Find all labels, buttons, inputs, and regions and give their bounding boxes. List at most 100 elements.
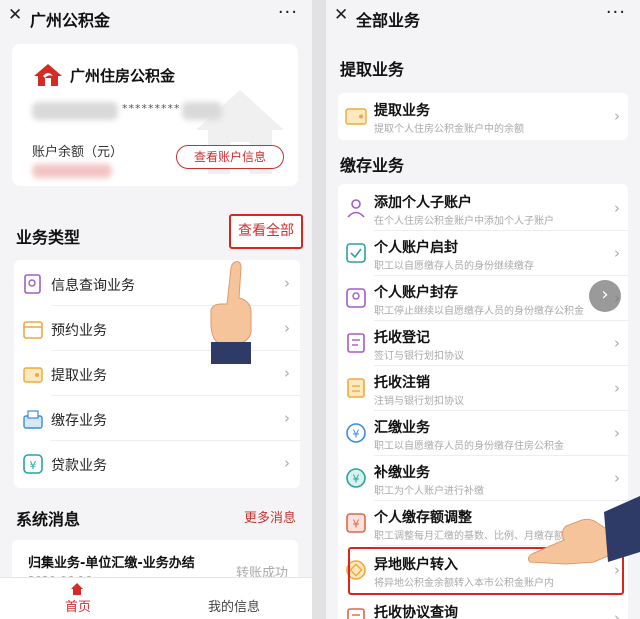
bottom-tab-bar: 首页 我的信息 xyxy=(0,577,312,619)
svg-text:¥: ¥ xyxy=(30,459,37,472)
account-card: 广州住房公积金 ********* 账户余额（元） 查看账户信息 xyxy=(12,44,298,186)
list-item-label: 预约业务 xyxy=(51,323,107,339)
svg-text:¥: ¥ xyxy=(353,428,360,441)
more-messages-link[interactable]: 更多消息 xyxy=(244,507,296,526)
all-business-screen: ✕ 全部业务 ··· 提取业务 提取业务 提取个人住房公积金账户中的余额 › 缴… xyxy=(326,0,640,619)
messages-title: 系统消息 xyxy=(16,510,81,529)
chevron-right-icon: › xyxy=(614,334,620,352)
view-all-button[interactable]: 查看全部 xyxy=(229,214,303,249)
chevron-right-icon: › xyxy=(284,319,290,337)
list-item[interactable]: 托收注销 注销与银行划扣协议 › xyxy=(338,366,628,411)
item-title: 托收登记 xyxy=(374,330,430,346)
register-icon xyxy=(347,333,365,353)
tab-profile[interactable]: 我的信息 xyxy=(156,578,312,619)
close-icon[interactable]: ✕ xyxy=(8,5,22,25)
chevron-right-icon: › xyxy=(284,454,290,472)
list-item[interactable]: 个人账户启封 职工以自愿缴存人员的身份继续缴存 › xyxy=(338,231,628,276)
item-title: 个人账户启封 xyxy=(374,240,458,256)
list-item-label: 缴存业务 xyxy=(51,413,107,429)
svg-text:¥: ¥ xyxy=(353,473,360,486)
more-menu-icon[interactable]: ··· xyxy=(278,2,298,23)
item-description: 签订与银行划扣协议 xyxy=(374,351,464,362)
list-item[interactable]: 缴存业务 › xyxy=(14,396,300,441)
item-title: 个人缴存额调整 xyxy=(374,510,472,526)
yuan-icon: ¥ xyxy=(23,454,43,474)
balance-blur xyxy=(32,164,112,178)
list-item[interactable]: 托收协议查询 › xyxy=(338,596,628,619)
list-item-label: 提取业务 xyxy=(51,368,107,384)
list-item[interactable]: 信息查询业务 › xyxy=(14,261,300,306)
item-description: 职工以自愿缴存人员的身份缴存住房公积金 xyxy=(374,441,564,452)
item-title: 添加个人子账户 xyxy=(374,195,472,211)
item-title: 补缴业务 xyxy=(374,465,430,481)
close-icon[interactable]: ✕ xyxy=(334,5,348,25)
item-description: 注销与银行划扣协议 xyxy=(374,396,464,407)
chevron-right-icon: › xyxy=(284,364,290,382)
top-bar: ✕ 广州公积金 ··· xyxy=(0,0,312,34)
adjust-icon: ¥ xyxy=(346,513,366,533)
item-description: 在个人住房公积金账户中添加个人子账户 xyxy=(374,216,554,227)
wallet-icon xyxy=(345,108,367,125)
query-icon xyxy=(24,274,41,294)
item-description: 提取个人住房公积金账户中的余额 xyxy=(374,124,524,135)
list-item[interactable]: 提取业务 提取个人住房公积金账户中的余额 › xyxy=(338,94,628,139)
list-item-label: 贷款业务 xyxy=(51,458,107,474)
chevron-right-icon: › xyxy=(614,107,620,125)
page-title: 广州公积金 xyxy=(30,11,111,30)
supplement-icon: ¥ xyxy=(346,468,366,488)
gjj-logo-icon xyxy=(34,64,62,86)
more-menu-icon[interactable]: ··· xyxy=(606,2,626,23)
top-bar: ✕ 全部业务 ··· xyxy=(326,0,640,34)
list-item[interactable]: 提取业务 › xyxy=(14,351,300,396)
unseal-icon xyxy=(346,243,366,263)
add-person-icon xyxy=(347,199,365,218)
agreement-icon xyxy=(347,608,365,619)
message-title: 归集业务-单位汇缴-业务办结 xyxy=(28,556,195,571)
withdraw-list: 提取业务 提取个人住房公积金账户中的余额 › xyxy=(338,93,628,140)
tab-label: 我的信息 xyxy=(207,600,260,615)
list-item[interactable]: ¥ 贷款业务 › xyxy=(14,441,300,486)
item-title: 个人账户封存 xyxy=(374,285,458,301)
item-title: 提取业务 xyxy=(374,103,430,119)
item-title: 托收注销 xyxy=(374,375,430,391)
list-item[interactable]: 托收登记 签订与银行划扣协议 › xyxy=(338,321,628,366)
wallet-icon xyxy=(23,367,43,383)
tab-label: 首页 xyxy=(64,600,91,615)
list-item[interactable]: 个人账户封存 职工停止继续以自愿缴存人员的身份缴存公积金 › xyxy=(338,276,628,321)
list-item[interactable]: 预约业务 › xyxy=(14,306,300,351)
item-description: 职工以自愿缴存人员的身份继续缴存 xyxy=(374,261,534,272)
chevron-right-icon: › xyxy=(614,424,620,442)
pointing-hand-icon xyxy=(210,261,252,364)
calendar-icon xyxy=(23,321,43,339)
page-title: 全部业务 xyxy=(356,11,421,30)
list-item[interactable]: ¥ 汇缴业务 职工以自愿缴存人员的身份缴存住房公积金 › xyxy=(338,411,628,456)
masked-blur xyxy=(182,102,222,120)
svg-text:¥: ¥ xyxy=(353,518,360,531)
chevron-right-icon: › xyxy=(614,199,620,217)
item-title: 托收协议查询 xyxy=(374,605,458,619)
business-list: 信息查询业务 › 预约业务 › 提取业务 › 缴存业务 › ¥ 贷款业务 › xyxy=(14,260,300,488)
list-item[interactable]: 添加个人子账户 在个人住房公积金账户中添加个人子账户 › xyxy=(338,186,628,231)
item-description: 职工停止继续以自愿缴存人员的身份缴存公积金 xyxy=(374,306,584,317)
masked-blur xyxy=(32,102,118,120)
view-account-button[interactable]: 查看账户信息 xyxy=(176,145,284,169)
cancel-icon xyxy=(347,378,365,398)
chevron-right-icon: › xyxy=(614,379,620,397)
pointing-hand-icon xyxy=(527,496,640,565)
deposit-section-title: 缴存业务 xyxy=(340,156,405,175)
seal-person-icon xyxy=(346,288,366,308)
chevron-right-icon: › xyxy=(614,609,620,619)
panel-divider xyxy=(312,0,326,619)
list-item-label: 信息查询业务 xyxy=(51,278,135,294)
remit-icon: ¥ xyxy=(346,423,366,443)
chevron-right-icon: › xyxy=(614,469,620,487)
scroll-right-button[interactable]: › xyxy=(589,280,621,312)
item-title: 汇缴业务 xyxy=(374,420,430,436)
home-icon xyxy=(71,583,83,595)
home-screen: ✕ 广州公积金 ··· 广州住房公积金 ********* 账户余额（元） 查看… xyxy=(0,0,312,619)
withdraw-section-title: 提取业务 xyxy=(340,60,405,79)
business-type-title: 业务类型 xyxy=(16,228,81,247)
deposit-icon xyxy=(23,410,43,429)
tab-home[interactable]: 首页 xyxy=(0,578,156,619)
chevron-right-icon: › xyxy=(284,274,290,292)
